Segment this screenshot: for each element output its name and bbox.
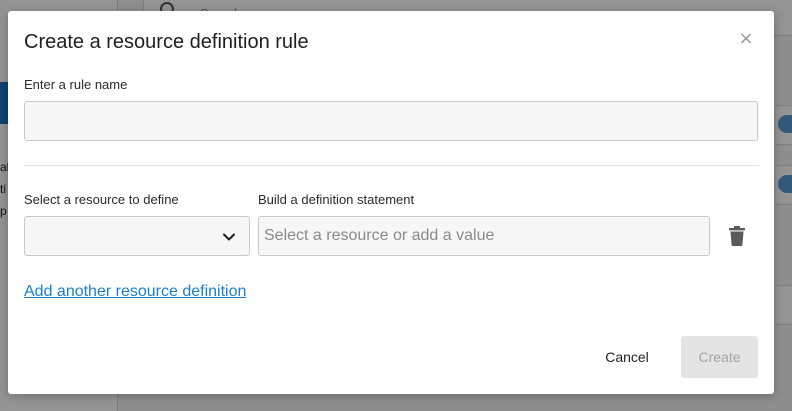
cancel-button[interactable]: Cancel bbox=[586, 337, 668, 377]
statement-input[interactable] bbox=[258, 216, 710, 256]
close-button[interactable]: × bbox=[736, 29, 756, 49]
divider bbox=[24, 165, 759, 166]
create-rule-dialog: Create a resource definition rule × Ente… bbox=[8, 11, 774, 394]
trash-icon bbox=[729, 225, 745, 246]
dialog-title: Create a resource definition rule bbox=[24, 31, 309, 53]
chevron-down-icon bbox=[223, 233, 235, 241]
rule-name-label: Enter a rule name bbox=[24, 77, 128, 92]
resource-select[interactable] bbox=[24, 216, 250, 256]
add-resource-definition-link[interactable]: Add another resource definition bbox=[24, 283, 246, 301]
delete-definition-button[interactable] bbox=[726, 225, 748, 249]
create-button[interactable]: Create bbox=[681, 336, 758, 378]
resource-select-label: Select a resource to define bbox=[24, 192, 179, 207]
close-icon: × bbox=[738, 28, 754, 49]
rule-name-input[interactable] bbox=[24, 101, 758, 141]
statement-label: Build a definition statement bbox=[258, 192, 415, 207]
